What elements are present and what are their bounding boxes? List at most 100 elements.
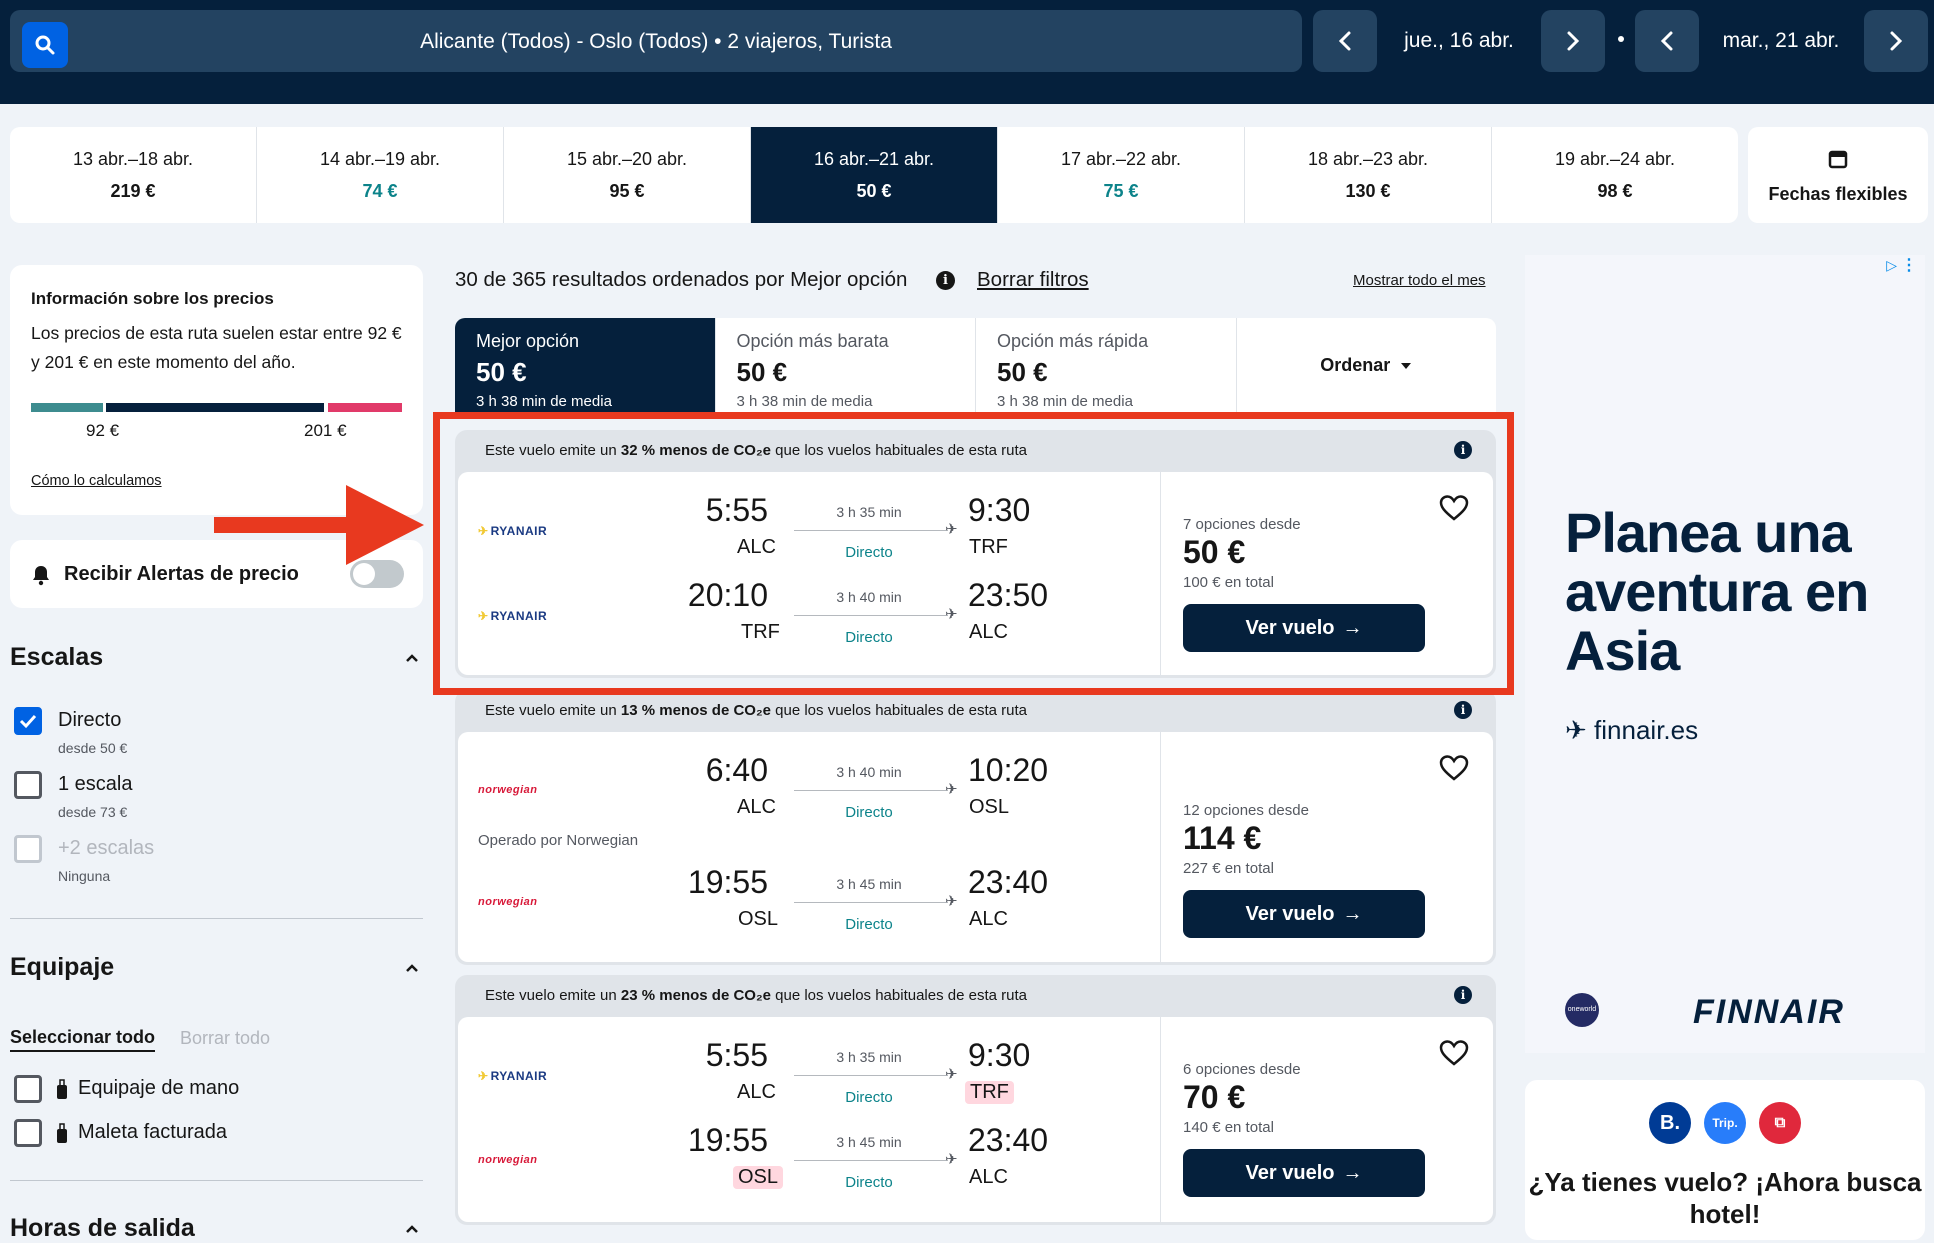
search-summary-text: Alicante (Todos) - Oslo (Todos) • 2 viaj… [420,30,892,53]
oneworld-logo: oneworld [1565,993,1599,1027]
depart-time: 5:55 [705,1037,768,1073]
price-bar-high [328,403,402,412]
duration: 3 h 40 min [836,764,902,780]
caret-down-icon [1401,362,1412,369]
select-all-link[interactable]: Seleccionar todo [10,1027,156,1052]
depart-next-button[interactable] [1541,10,1605,72]
stops-label: Directo [845,1089,893,1106]
info-icon[interactable]: i [1454,701,1472,719]
airline-logo: ✈ RYANAIR [478,1069,548,1083]
tab-cheapest[interactable]: Opción más barata 50 € 3 h 38 min de med… [716,318,976,413]
flight-card[interactable]: Este vuelo emite un 23 % menos de CO₂e q… [455,975,1496,1225]
date-option[interactable]: 18 abr.–23 abr. 130 € [1245,127,1492,223]
ad-site: ✈ finnair.es [1565,715,1699,745]
adchoices-icon[interactable]: ▷ [1886,257,1897,274]
date-option[interactable]: 13 abr.–18 abr. 219 € [10,127,257,223]
tab-meta: 3 h 38 min de media [997,393,1133,410]
plane-icon: ✈ [1565,715,1587,745]
baggage-option-label[interactable]: Equipaje de mano [78,1077,239,1100]
date-range: 13 abr.–18 abr. [72,149,194,169]
price-info-desc: Los precios de esta ruta suelen estar en… [31,323,402,372]
date-range: 17 abr.–22 abr. [1060,149,1182,169]
airline-logo: norwegian [478,784,538,796]
clear-all-link: Borrar todo [180,1028,271,1048]
route-line [794,1160,948,1161]
arrive-time: 10:20 [968,752,1049,788]
arrow-right-icon: → [1342,1161,1363,1184]
carry-on-checkbox[interactable] [14,1075,42,1103]
date-price: 219 € [110,181,156,201]
tab-fastest[interactable]: Opción más rápida 50 € 3 h 38 min de med… [976,318,1237,413]
arrow-right-icon: → [1342,902,1363,925]
tab-best[interactable]: Mejor opción 50 € 3 h 38 min de media [455,318,716,413]
price-bar-mid [106,403,324,412]
price-bar-low [31,403,103,412]
plane-icon: ✈ [945,781,958,798]
hotel-ad[interactable]: B. Trip. ⧉ ¿Ya tienes vuelo? ¡Ahora busc… [1525,1080,1925,1240]
route-line [794,902,948,903]
tab-meta: 3 h 38 min de media [736,393,873,410]
date-range: 14 abr.–19 abr. [319,149,441,169]
stops-option-label[interactable]: 1 escala [58,773,133,796]
flexible-dates-button[interactable]: Fechas flexibles [1748,127,1928,223]
stops-option-label[interactable]: Directo [58,709,121,732]
sort-dropdown[interactable]: Ordenar [1237,318,1497,413]
duration: 3 h 45 min [836,1134,902,1150]
tab-name: Opción más rápida [997,331,1149,351]
checked-bag-checkbox[interactable] [14,1119,42,1147]
tab-price: 50 € [997,357,1048,387]
chevron-right-icon [1890,31,1903,51]
show-month-link[interactable]: Mostrar todo el mes [1353,272,1486,289]
how-calculated-link[interactable]: Cómo lo calculamos [31,473,162,489]
clear-filters-link[interactable]: Borrar filtros [977,268,1089,292]
date-option[interactable]: 14 abr.–19 abr. 74 € [257,127,504,223]
depart-time: 19:55 [687,1122,768,1158]
stops-two-checkbox [14,835,42,863]
flexible-dates-label: Fechas flexibles [1768,184,1908,204]
toggle-knob [353,563,375,585]
plane-icon: ✈ [945,893,958,910]
tab-meta: 3 h 38 min de media [476,393,612,410]
chevron-up-icon[interactable] [405,961,419,975]
flight-price: 70 € [1183,1079,1246,1115]
depart-date[interactable]: jue., 16 abr. [1383,10,1535,72]
return-date[interactable]: mar., 21 abr. [1705,10,1857,72]
info-icon[interactable]: i [936,271,955,290]
heart-icon[interactable] [1439,1039,1469,1067]
operated-by: Operado por Norwegian [478,832,639,849]
price-info-panel: Información sobre los precios Los precio… [10,265,423,515]
chevron-up-icon[interactable] [405,651,419,665]
stops-one-checkbox[interactable] [14,771,42,799]
sort-tabs: Mejor opción 50 € 3 h 38 min de media Op… [455,318,1496,413]
kebab-icon[interactable]: ⋮ [1901,255,1917,275]
arrive-time: 9:30 [968,1037,1031,1073]
stops-label: Directo [845,1174,893,1191]
view-flight-button[interactable]: Ver vuelo → [1183,890,1425,938]
return-prev-button[interactable] [1635,10,1699,72]
date-option[interactable]: 19 abr.–24 abr. 98 € [1492,127,1738,223]
depart-prev-button[interactable] [1313,10,1377,72]
chevron-left-icon [1660,31,1673,51]
date-separator [1618,36,1624,42]
total-price: 140 € en total [1183,1119,1274,1136]
stops-direct-checkbox[interactable] [14,707,42,735]
heart-icon[interactable] [1439,754,1469,782]
depart-time: 6:40 [705,752,768,788]
ad-title: Planea una aventura en Asia [1565,501,1869,682]
view-flight-button[interactable]: Ver vuelo → [1183,1149,1425,1197]
search-summary-bar[interactable]: Alicante (Todos) - Oslo (Todos) • 2 viaj… [10,10,1302,72]
date-option-selected[interactable]: 16 abr.–21 abr. 50 € [751,127,998,223]
chevron-up-icon[interactable] [405,1222,419,1236]
date-option[interactable]: 17 abr.–22 abr. 75 € [998,127,1245,223]
arrive-airport: ALC [969,1166,1008,1188]
baggage-option-label[interactable]: Maleta facturada [78,1121,227,1144]
ad-banner[interactable]: ▷ ⋮ Planea una aventura en Asia ✈ finnai… [1525,255,1925,1053]
info-icon[interactable]: i [1454,986,1472,1004]
stops-option-sub: desde 50 € [58,740,128,756]
hotels-badge-icon: ⧉ [1759,1102,1801,1144]
depart-airport: OSL [738,908,779,930]
date-option[interactable]: 15 abr.–20 abr. 95 € [504,127,751,223]
flight-card[interactable]: Este vuelo emite un 13 % menos de CO₂e q… [455,690,1496,965]
annotation-arrow-icon [214,485,424,565]
return-next-button[interactable] [1864,10,1928,72]
